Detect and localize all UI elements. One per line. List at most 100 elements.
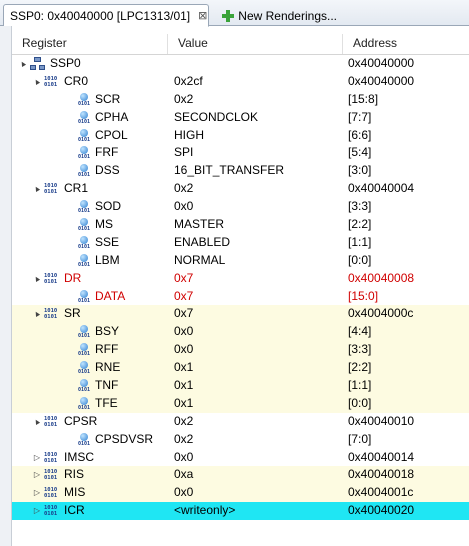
value-cell[interactable]: 0xa xyxy=(167,466,342,484)
value-cell[interactable]: NORMAL xyxy=(167,252,342,270)
bitfield-icon: 0101 xyxy=(78,110,90,126)
register-name: CPOL xyxy=(95,127,128,142)
value-cell[interactable]: 0x7 xyxy=(167,270,342,288)
tree-row[interactable]: ▲ 1010 0101 DR 0x7 0x40040008 xyxy=(12,270,469,288)
value-cell[interactable]: 0x1 xyxy=(167,377,342,395)
register-name: SCR xyxy=(95,91,121,106)
value-cell[interactable]: 0x2 xyxy=(167,180,342,198)
tree-row[interactable]: 0101 FRF SPI [5:4] xyxy=(12,144,469,162)
register-cell: 0101 FRF xyxy=(12,144,167,162)
tree-row[interactable]: ▷ 1010 0101 ICR <writeonly> 0x40040020 xyxy=(12,502,469,521)
tree-row[interactable]: ▲ 1010 0101 CPSR 0x2 0x40040010 xyxy=(12,413,469,431)
tree-row[interactable]: 0101 LBM NORMAL [0:0] xyxy=(12,252,469,270)
bitfield-icon: 0101 xyxy=(78,128,90,144)
tree-row[interactable]: 0101 SCR 0x2 [15:8] xyxy=(12,91,469,109)
value-cell[interactable] xyxy=(167,55,342,73)
tree-row[interactable]: ▲ 1010 0101 CR1 0x2 0x40040004 xyxy=(12,180,469,198)
register-name: RIS xyxy=(64,467,85,482)
register-name: MS xyxy=(95,217,113,232)
tree-row[interactable]: ▲ 1010 0101 CR0 0x2cf 0x40040000 xyxy=(12,73,469,91)
tree-row[interactable]: 0101 CPSDVSR 0x2 [7:0] xyxy=(12,431,469,449)
register-cell: 0101 SSE xyxy=(12,234,167,252)
tree-row[interactable]: ▷ 1010 0101 MIS 0x0 0x4004001c xyxy=(12,484,469,503)
register-cell: ▷ 1010 0101 ICR xyxy=(12,502,167,520)
bitfield-icon: 0101 xyxy=(78,235,90,251)
address-cell: [7:7] xyxy=(348,109,372,124)
tree-row[interactable]: 0101 SOD 0x0 [3:3] xyxy=(12,198,469,216)
value-cell[interactable]: SPI xyxy=(167,144,342,162)
register-cell: 0101 DSS xyxy=(12,162,167,180)
value-cell[interactable]: 0x0 xyxy=(167,449,342,467)
register-cell: 0101 LBM xyxy=(12,252,167,270)
address-cell: [15:8] xyxy=(348,91,379,106)
tree-row[interactable]: ▷ 1010 0101 IMSC 0x0 0x40040014 xyxy=(12,449,469,467)
register-cell: 0101 SCR xyxy=(12,91,167,109)
value-cell[interactable]: 0x0 xyxy=(167,341,342,359)
tree-row[interactable]: 0101 BSY 0x0 [4:4] xyxy=(12,323,469,342)
tab-ssp0-label: SSP0: 0x40040000 [LPC1313/01] xyxy=(10,8,191,23)
value-cell[interactable]: HIGH xyxy=(167,127,342,145)
value-cell[interactable]: 0x2 xyxy=(167,413,342,431)
register-name: TNF xyxy=(95,378,119,393)
register-name: SSE xyxy=(95,234,120,249)
column-header: Register Value Address xyxy=(12,34,469,55)
value-cell[interactable]: 0x0 xyxy=(167,323,342,341)
tree-row[interactable]: ▷ 1010 0101 RIS 0xa 0x40040018 xyxy=(12,466,469,485)
address-cell: 0x40040010 xyxy=(348,413,415,428)
value-cell[interactable]: 0x2cf xyxy=(167,73,342,91)
tree-row[interactable]: 0101 RNE 0x1 [2:2] xyxy=(12,359,469,378)
register-name: BSY xyxy=(95,324,120,339)
collapsed-arrow-icon[interactable]: ▷ xyxy=(32,502,42,520)
register-cell: ▲ 1010 0101 CR0 xyxy=(12,73,167,91)
address-cell: 0x40040014 xyxy=(348,449,415,464)
tree-row[interactable]: 0101 MS MASTER [2:2] xyxy=(12,216,469,234)
address-cell: [4:4] xyxy=(348,324,372,339)
tree-row[interactable]: 0101 TNF 0x1 [1:1] xyxy=(12,377,469,395)
value-cell[interactable]: <writeonly> xyxy=(167,502,342,520)
value-cell[interactable]: 0x0 xyxy=(167,198,342,216)
tab-ssp0[interactable]: SSP0: 0x40040000 [LPC1313/01] ⊠ xyxy=(3,4,209,27)
tree-row[interactable]: ▲ 1010 0101 SR 0x7 0x4004000c xyxy=(12,305,469,324)
collapsed-arrow-icon[interactable]: ▷ xyxy=(32,449,42,467)
value-cell[interactable]: MASTER xyxy=(167,216,342,234)
column-header-value[interactable]: Value xyxy=(167,34,342,54)
value-cell[interactable]: SECONDCLOK xyxy=(167,109,342,127)
bitfield-icon: 0101 xyxy=(78,253,90,269)
register-cell: 0101 TFE xyxy=(12,395,167,413)
address-cell: [3:3] xyxy=(348,199,372,214)
bitfield-icon: 0101 xyxy=(78,343,90,358)
tree-row[interactable]: 0101 SSE ENABLED [1:1] xyxy=(12,234,469,252)
value-cell[interactable]: 0x2 xyxy=(167,91,342,109)
value-cell[interactable]: 0x7 xyxy=(167,305,342,323)
tree-row[interactable]: ▲ SSP0 0x40040000 xyxy=(12,55,469,73)
register-icon: 1010 0101 xyxy=(44,505,58,518)
value-cell[interactable]: 0x2 xyxy=(167,431,342,449)
close-icon[interactable]: ⊠ xyxy=(198,10,207,22)
tree-row[interactable]: 0101 RFF 0x0 [3:3] xyxy=(12,341,469,360)
tree-row[interactable]: 0101 CPHA SECONDCLOK [7:7] xyxy=(12,109,469,127)
tab-new-renderings[interactable]: New Renderings... xyxy=(215,4,343,27)
tree-row[interactable]: 0101 DATA 0x7 [15:0] xyxy=(12,288,469,306)
value-cell[interactable]: 0x1 xyxy=(167,395,342,413)
plus-icon xyxy=(221,9,235,23)
register-name: SR xyxy=(64,306,81,321)
address-cell: 0x4004001c xyxy=(348,485,414,500)
value-cell[interactable]: 0x0 xyxy=(167,484,342,502)
address-cell: [1:1] xyxy=(348,234,372,249)
collapsed-arrow-icon[interactable]: ▷ xyxy=(32,484,42,502)
value-cell[interactable]: 0x1 xyxy=(167,359,342,377)
value-cell[interactable]: ENABLED xyxy=(167,234,342,252)
value-cell[interactable]: 16_BIT_TRANSFER xyxy=(167,162,342,180)
register-cell: ▲ SSP0 xyxy=(12,55,167,73)
register-name: CR1 xyxy=(64,181,89,196)
address-cell: [3:0] xyxy=(348,163,372,178)
collapsed-arrow-icon[interactable]: ▷ xyxy=(32,466,42,484)
column-header-register[interactable]: Register xyxy=(12,34,167,54)
column-header-address[interactable]: Address xyxy=(342,34,469,54)
tree-row[interactable]: 0101 TFE 0x1 [0:0] xyxy=(12,394,469,413)
address-cell: [2:2] xyxy=(348,217,372,232)
value-cell[interactable]: 0x7 xyxy=(167,288,342,306)
tree-row[interactable]: 0101 DSS 16_BIT_TRANSFER [3:0] xyxy=(12,162,469,180)
tree-row[interactable]: 0101 CPOL HIGH [6:6] xyxy=(12,127,469,145)
bitfield-icon: 0101 xyxy=(78,325,90,340)
